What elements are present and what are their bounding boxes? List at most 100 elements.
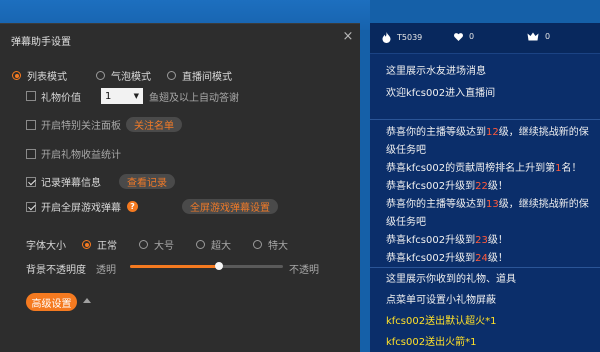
likes-value: 0 (469, 32, 475, 41)
special-follow-label: 开启特别关注面板 (41, 121, 121, 132)
chat-stats-bar: T5039 0 0 (370, 23, 600, 54)
radio-indicator (12, 71, 21, 80)
popularity-stat: T5039 (382, 32, 422, 43)
dialog-title: 弹幕助手设置 (11, 37, 71, 48)
fullscreen-label: 开启全屏游戏弹幕 (41, 203, 121, 214)
chat-line-text: 恭喜你的主播等级达到 (386, 127, 486, 138)
chat-line: 点菜单可设置小礼物屏蔽 (386, 292, 591, 310)
crown-stat: 0 (527, 32, 550, 41)
chat-line: 这里展示你收到的礼物、道具 (386, 271, 591, 289)
chat-line-text: 级任务吧 (386, 145, 426, 156)
chat-line: 恭喜你的主播等级达到12级，继续挑战新的保 (386, 124, 591, 142)
font-size-row: 字体大小 (26, 237, 82, 252)
chat-line-highlight: 默认超火*1 (445, 316, 497, 327)
radio-indicator (253, 240, 262, 249)
record-label: 记录弹幕信息 (41, 178, 101, 189)
chat-line-text: 恭喜kfcs002升级到 (386, 235, 476, 246)
mode-bubble-label: 气泡模式 (111, 72, 151, 83)
opacity-label: 背景不透明度 (26, 265, 86, 276)
chat-line: 欢迎kfcs002进入直播间 (386, 88, 496, 99)
radio-indicator (82, 240, 91, 249)
chat-line-text: 级！ (487, 181, 508, 192)
chat-panel: T5039 0 0 这里展示水友进场消息 欢迎kfcs002进入直播间 恭喜你的… (370, 23, 600, 352)
special-follow-checkbox[interactable] (26, 119, 36, 130)
font-size-label: 字体大小 (26, 241, 66, 252)
radio-indicator (139, 240, 148, 249)
special-follow-row: 开启特别关注面板 关注名单 (26, 117, 182, 132)
gift-value-checkbox[interactable] (26, 91, 36, 101)
opacity-right-row: 不透明 (289, 261, 319, 276)
heart-icon (454, 32, 463, 41)
opacity-slider[interactable] (130, 262, 283, 270)
mode-live-room-radio[interactable]: 直播间模式 (167, 68, 232, 83)
chat-line-highlight: 22 (475, 181, 488, 192)
gift-value-select[interactable]: 1 ▼ (101, 88, 143, 104)
chat-line: kfcs002送出默认超火*1 (386, 313, 591, 331)
chat-line-text: 恭喜kfcs002升级到 (386, 181, 476, 192)
chat-line-text: kfcs002送出 (386, 316, 446, 327)
gift-stats-label: 开启礼物收益统计 (41, 150, 121, 161)
mode-list-radio[interactable]: 列表模式 (12, 68, 67, 83)
chat-line-text: 名！ (561, 163, 582, 174)
opacity-slider-handle[interactable] (214, 262, 223, 270)
chat-line-text: 级，继续挑战新的保 (498, 199, 589, 210)
font-huge-radio[interactable]: 特大 (253, 237, 288, 252)
chat-line-text: 级，继续挑战新的保 (498, 127, 589, 138)
record-checkbox[interactable] (26, 176, 36, 187)
chat-line: kfcs002送出火箭*1 (386, 334, 591, 352)
view-record-button[interactable]: 查看记录 (119, 174, 175, 189)
chat-line-highlight: 火箭*1 (445, 337, 477, 348)
chat-line-text: 恭喜kfcs002的贡献周榜排名上升到第 (386, 163, 556, 174)
chat-line-text: 级！ (487, 253, 508, 264)
chat-line: 恭喜你的主播等级达到13级，继续挑战新的保 (386, 196, 591, 214)
chat-line-text: 点菜单可设置小礼物屏蔽 (386, 295, 496, 306)
mode-bubble-radio[interactable]: 气泡模式 (96, 68, 151, 83)
chat-line-text: 级！ (487, 235, 508, 246)
font-xlarge-label: 超大 (211, 241, 231, 252)
font-large-radio[interactable]: 大号 (139, 237, 174, 252)
fullscreen-row: 开启全屏游戏弹幕 ? 全屏游戏弹幕设置 (26, 199, 278, 214)
chat-line: 级任务吧 (386, 142, 591, 160)
chat-line-highlight: 12 (486, 127, 499, 138)
crown-icon (527, 32, 539, 41)
chat-line-highlight: 13 (486, 199, 499, 210)
gift-value-row: 礼物价值 1 ▼ 鱼翅及以上自动答谢 (26, 88, 239, 104)
gift-value-selected: 1 (105, 90, 112, 102)
gift-stats-checkbox[interactable] (26, 148, 36, 159)
chat-line: 恭喜kfcs002升级到24级！ (386, 250, 591, 268)
font-xlarge-radio[interactable]: 超大 (196, 237, 231, 252)
chat-divider (370, 267, 600, 268)
popularity-value: T5039 (397, 33, 423, 42)
opacity-opaque-label: 不透明 (289, 265, 319, 276)
advanced-settings-button[interactable]: 高级设置 (26, 293, 77, 311)
chat-line: 恭喜kfcs002升级到23级！ (386, 232, 591, 250)
chat-line-text: 级任务吧 (386, 217, 426, 228)
opacity-left-row: 透明 (96, 261, 116, 276)
flame-icon (382, 32, 391, 43)
close-icon[interactable]: × (341, 30, 355, 44)
radio-indicator (196, 240, 205, 249)
gift-stats-row: 开启礼物收益统计 (26, 146, 121, 161)
help-icon[interactable]: ? (127, 201, 138, 212)
crown-value: 0 (545, 32, 551, 41)
font-large-label: 大号 (154, 241, 174, 252)
likes-stat: 0 (454, 32, 474, 41)
chevron-down-icon: ▼ (133, 92, 139, 100)
chat-line-highlight: 24 (475, 253, 488, 264)
caret-up-icon[interactable] (83, 298, 91, 303)
font-normal-label: 正常 (97, 241, 117, 252)
font-normal-radio[interactable]: 正常 (82, 237, 117, 252)
opacity-label-row: 背景不透明度 (26, 261, 86, 276)
chat-line: 级任务吧 (386, 214, 591, 232)
chat-line-text: kfcs002送出 (386, 337, 446, 348)
chat-line-text: 恭喜kfcs002升级到 (386, 253, 476, 264)
chat-line: 恭喜kfcs002升级到22级！ (386, 178, 591, 196)
fullscreen-settings-button[interactable]: 全屏游戏弹幕设置 (182, 199, 278, 214)
mode-list-label: 列表模式 (27, 72, 67, 83)
follow-list-button[interactable]: 关注名单 (126, 117, 182, 132)
opacity-transparent-label: 透明 (96, 265, 116, 276)
chat-divider (370, 119, 600, 120)
fullscreen-checkbox[interactable] (26, 201, 36, 212)
danmaku-settings-dialog: 弹幕助手设置 × 列表模式 气泡模式 直播间模式 礼物价值 1 ▼ 鱼翅及以上自… (0, 23, 360, 352)
chat-line-highlight: 23 (475, 235, 488, 246)
